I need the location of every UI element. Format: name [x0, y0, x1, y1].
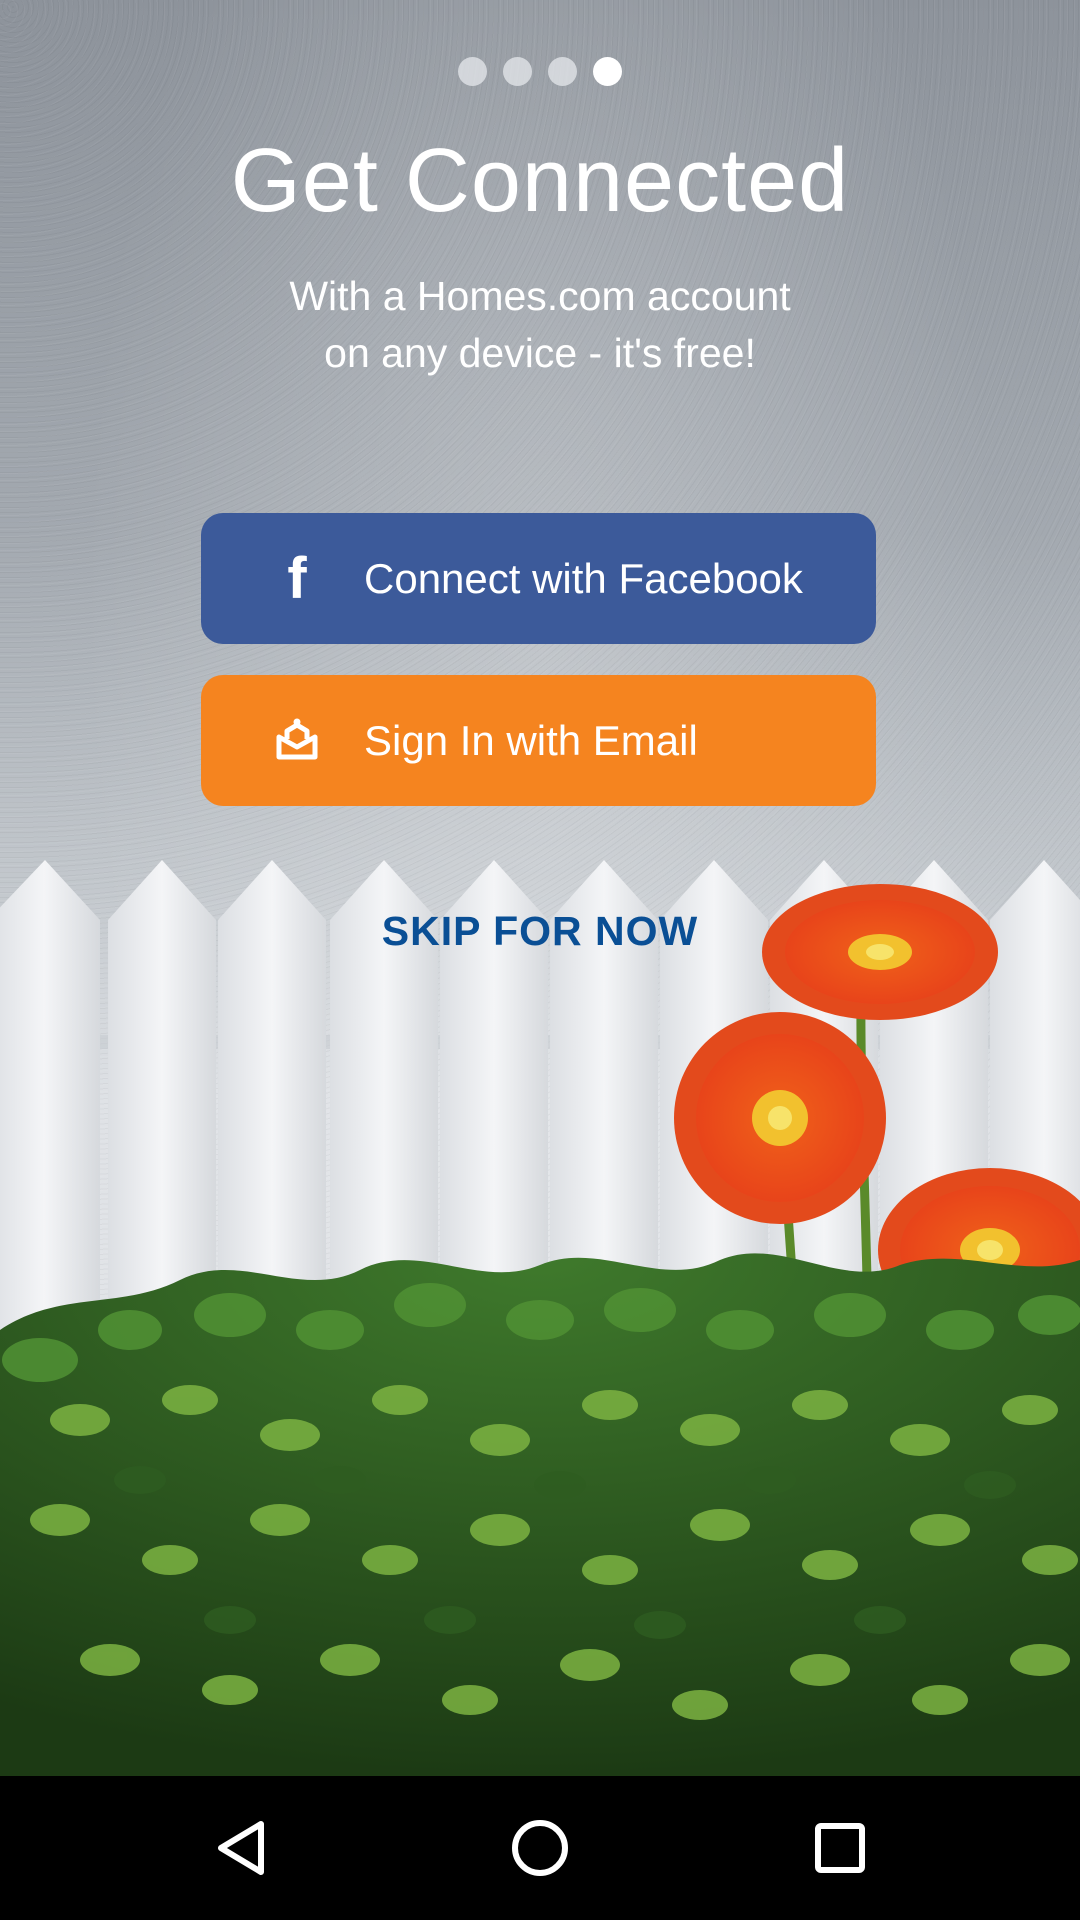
back-triangle-icon[interactable] — [191, 1798, 291, 1898]
garden-illustration — [0, 860, 1080, 1776]
page-title: Get Connected — [230, 131, 850, 231]
page-dot-4-active[interactable] — [593, 57, 622, 86]
connect-facebook-label: Connect with Facebook — [364, 554, 803, 602]
connect-facebook-button[interactable]: f Connect with Facebook — [201, 513, 876, 644]
gerbera-flower-middle — [674, 1012, 886, 1224]
homes-logo-icon — [267, 711, 327, 771]
page-indicator — [0, 57, 1080, 86]
sign-in-email-button[interactable]: Sign In with Email — [201, 675, 876, 806]
page-dot-1[interactable] — [458, 57, 487, 86]
green-hedge — [0, 1253, 1080, 1776]
page-subtitle: With a Homes.com account on any device -… — [0, 268, 1080, 382]
system-navigation-bar — [0, 1776, 1080, 1920]
subtitle-line-2: on any device - it's free! — [324, 330, 756, 376]
sign-in-email-label: Sign In with Email — [364, 716, 698, 764]
subtitle-line-1: With a Homes.com account — [289, 273, 791, 319]
skip-for-now-link[interactable]: SKIP FOR NOW — [0, 908, 1080, 955]
facebook-f-icon: f — [287, 545, 307, 611]
page-dot-3[interactable] — [548, 57, 577, 86]
recents-square-icon[interactable] — [790, 1798, 890, 1898]
onboarding-screen: Get Connected With a Homes.com account o… — [0, 0, 1080, 1776]
home-circle-icon[interactable] — [490, 1798, 590, 1898]
page-dot-2[interactable] — [503, 57, 532, 86]
